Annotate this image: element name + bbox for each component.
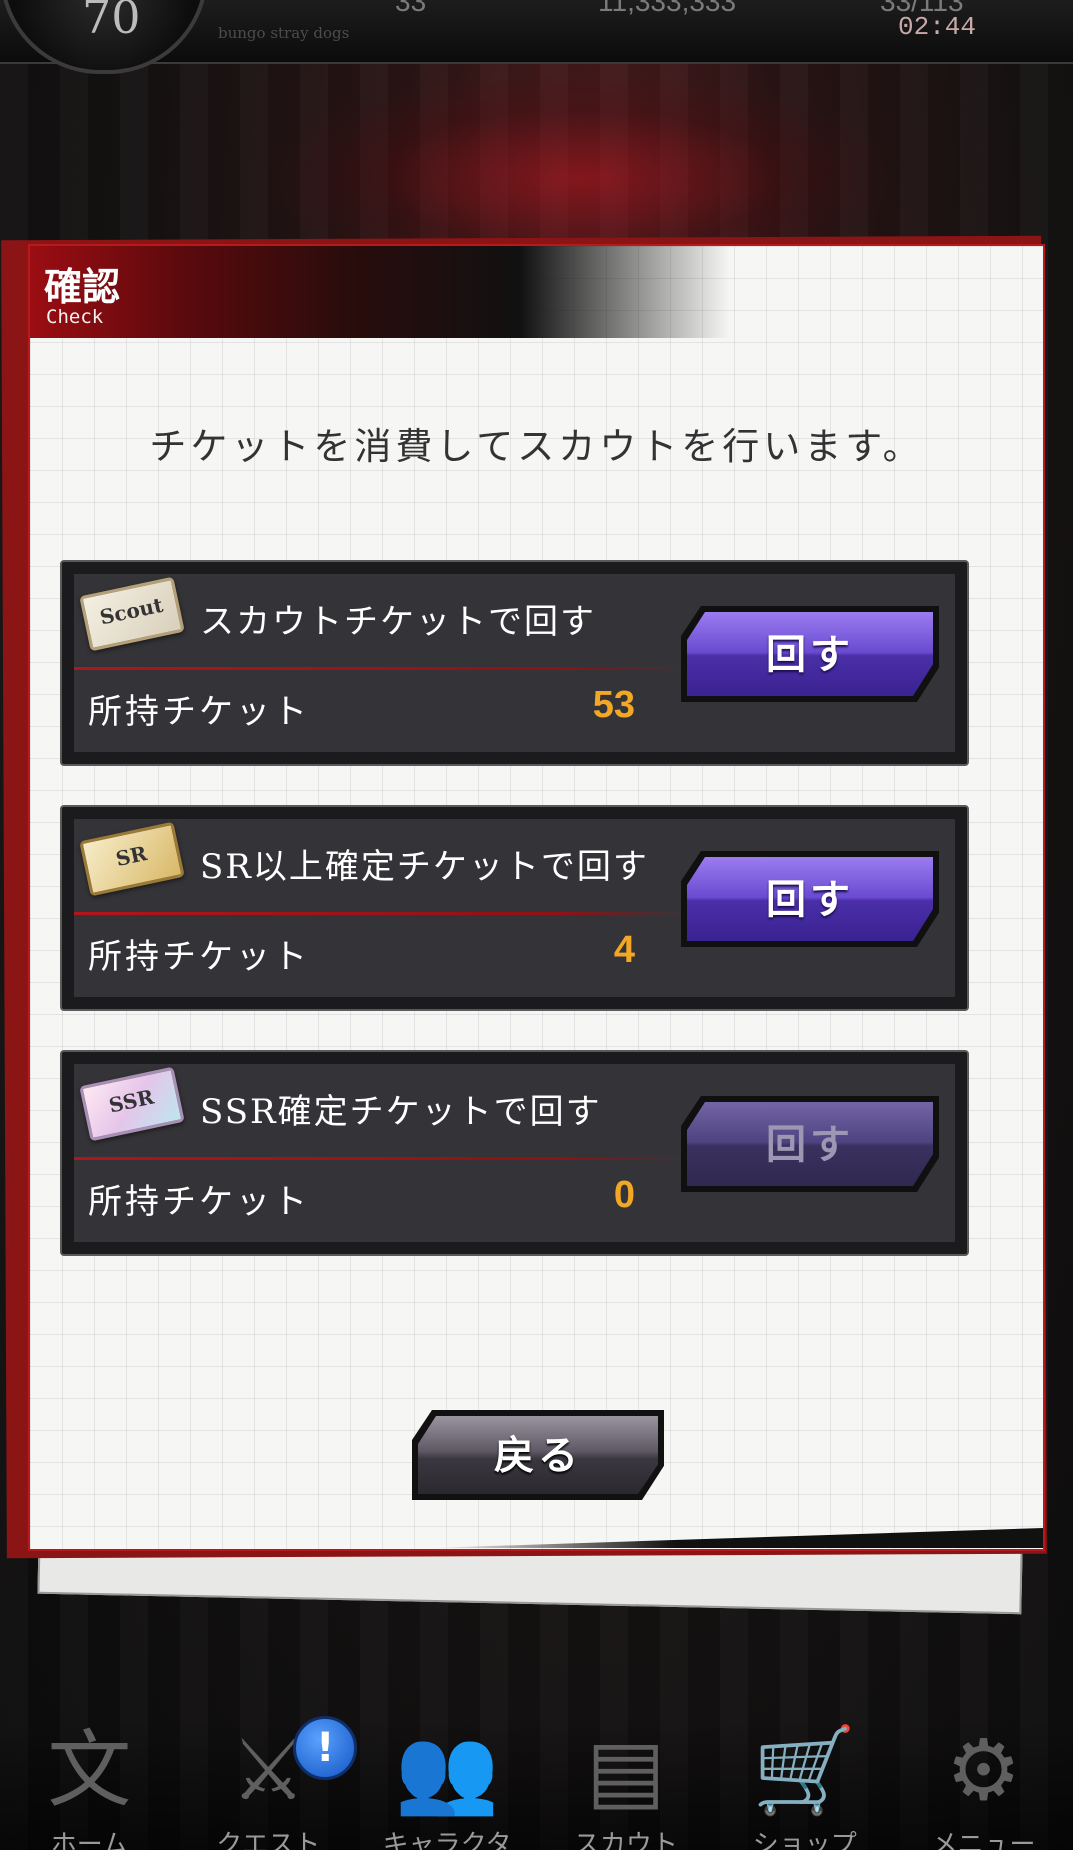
top-status-bar: 70 bungo stray dogs 33 11,333,333 33/113… <box>0 0 1073 74</box>
spin-ssr-ticket-button[interactable]: 回す <box>687 1102 933 1186</box>
dialog-bottom-brush <box>430 1528 1043 1548</box>
nav-scout[interactable]: ▤ スカウト <box>551 1720 701 1850</box>
spin-scout-ticket-button[interactable]: 回す <box>687 612 933 696</box>
dialog-title-english: Check <box>46 306 104 328</box>
home-kanji-icon: 文 <box>47 1721 132 1819</box>
owned-tickets-label: 所持チケット <box>88 937 310 977</box>
scout-ticket-icon: Scout <box>79 576 185 652</box>
ticket-row-sr: SR SR以上確定チケットで回す 所持チケット 4 回す <box>60 805 969 1011</box>
nav-scout-label: スカウト <box>573 1830 678 1850</box>
nav-home[interactable]: 文 ホーム <box>14 1720 164 1850</box>
ticket-title: SR以上確定チケットで回す <box>200 847 649 887</box>
confirm-dialog: 確認 Check チケットを消費してスカウトを行います。 Scout スカウトチ… <box>28 244 1045 1551</box>
player-level: 70 <box>82 0 141 44</box>
top-value-1: 33 <box>395 0 427 17</box>
stamina-timer: 02:44 <box>898 12 977 42</box>
sr-ticket-icon: SR <box>79 821 185 897</box>
background-character-art <box>260 70 900 250</box>
ticket-row-panel: Scout スカウトチケットで回す 所持チケット 53 回す <box>74 574 955 752</box>
bottom-nav: 文 ホーム ⚔ ! クエスト 👥 キャラクター ▤ スカウト 🛒 ショップ ⚙ … <box>0 1716 1073 1850</box>
row-divider <box>74 912 684 915</box>
gear-icon: ⚙ <box>945 1721 1022 1819</box>
nav-menu[interactable]: ⚙ メニュー <box>909 1720 1059 1850</box>
row-divider <box>74 667 684 670</box>
owned-tickets-label: 所持チケット <box>88 1182 310 1222</box>
game-subtitle: bungo stray dogs <box>218 24 350 42</box>
scout-book-icon: ▤ <box>586 1721 666 1819</box>
notification-badge: ! <box>293 1716 358 1780</box>
nav-home-label: ホーム <box>50 1830 129 1850</box>
spin-sr-ticket-button[interactable]: 回す <box>687 857 933 941</box>
characters-icon: 👥 <box>394 1721 500 1819</box>
nav-shop[interactable]: 🛒 ショップ <box>730 1720 880 1850</box>
ticket-title: スカウトチケットで回す <box>200 602 596 642</box>
nav-shop-label: ショップ <box>752 1830 857 1850</box>
dialog-header: 確認 Check <box>30 246 730 338</box>
top-value-2: 11,333,333 <box>598 0 737 17</box>
owned-ticket-count: 4 <box>613 929 635 971</box>
shop-cart-icon: 🛒 <box>752 1721 858 1819</box>
ticket-row-panel: SR SR以上確定チケットで回す 所持チケット 4 回す <box>74 819 955 997</box>
nav-characters-label: キャラクター <box>382 1830 512 1850</box>
owned-ticket-count: 0 <box>613 1174 635 1216</box>
nav-characters[interactable]: 👥 キャラクター <box>372 1720 522 1850</box>
back-button[interactable]: 戻る <box>418 1416 658 1494</box>
ticket-title: SSR確定チケットで回す <box>200 1092 602 1132</box>
ticket-row-scout: Scout スカウトチケットで回す 所持チケット 53 回す <box>60 560 969 766</box>
nav-quest[interactable]: ⚔ ! クエスト <box>193 1716 358 1850</box>
ticket-row-panel: SSR SSR確定チケットで回す 所持チケット 0 回す <box>74 1064 955 1242</box>
dialog-message: チケットを消費してスカウトを行います。 <box>149 425 924 468</box>
dialog-title: 確認 <box>44 264 121 309</box>
row-divider <box>74 1157 684 1160</box>
nav-menu-label: メニュー <box>931 1830 1036 1850</box>
owned-tickets-label: 所持チケット <box>88 692 310 732</box>
ssr-ticket-icon: SSR <box>79 1066 185 1142</box>
owned-ticket-count: 53 <box>592 684 635 726</box>
ticket-row-ssr: SSR SSR確定チケットで回す 所持チケット 0 回す <box>60 1050 969 1256</box>
nav-quest-label: クエスト <box>216 1830 321 1850</box>
